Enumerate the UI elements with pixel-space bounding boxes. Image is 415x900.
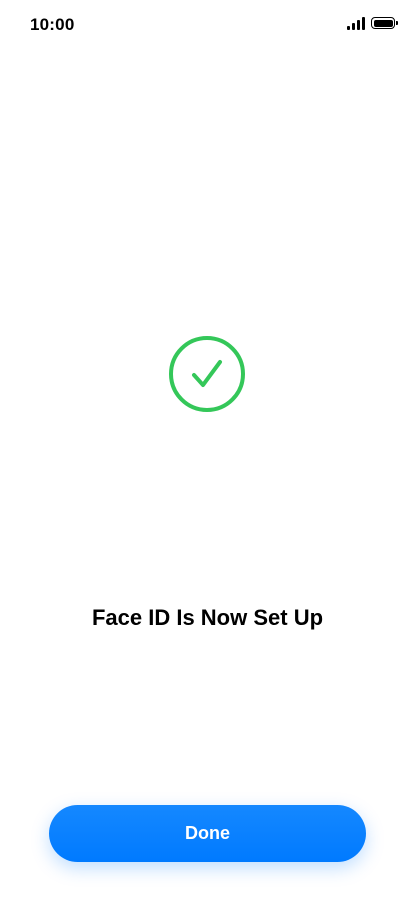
signal-icon [347, 16, 365, 30]
checkmark-circle-icon [168, 335, 246, 413]
face-id-setup-complete-screen: 10:00 Face ID Is Now Set Up Done [0, 0, 415, 900]
status-icons [347, 16, 398, 30]
status-bar: 10:00 [0, 0, 415, 50]
status-time: 10:00 [30, 15, 75, 34]
battery-icon [371, 17, 398, 29]
done-button[interactable]: Done [49, 805, 366, 862]
page-title: Face ID Is Now Set Up [91, 605, 324, 630]
